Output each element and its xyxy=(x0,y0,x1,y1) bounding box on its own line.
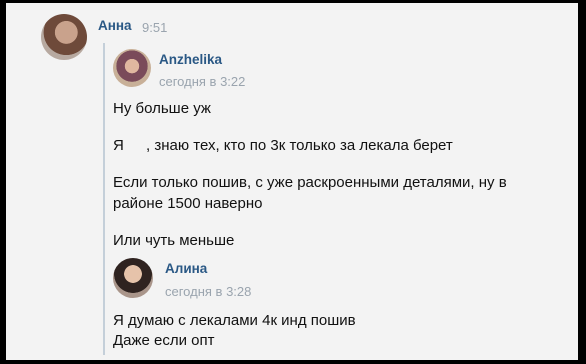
forwarded-time[interactable]: сегодня в 3:28 xyxy=(165,284,251,299)
avatar[interactable] xyxy=(113,49,151,87)
message-line: Или чуть меньше xyxy=(113,232,235,249)
message-line: Если только пошив, с уже раскроенными де… xyxy=(113,174,507,191)
avatar[interactable] xyxy=(41,14,87,60)
message-line: Даже если опт xyxy=(113,332,215,349)
message-line: Ну больше уж xyxy=(113,100,211,117)
message-time[interactable]: 9:51 xyxy=(142,20,167,35)
forwarded-time[interactable]: сегодня в 3:22 xyxy=(159,74,245,89)
forwarded-author[interactable]: Алина xyxy=(165,261,207,276)
avatar[interactable] xyxy=(113,258,153,298)
chat-panel: Анна 9:51 Anzhelika сегодня в 3:22 Ну бо… xyxy=(6,3,578,360)
message-author[interactable]: Анна xyxy=(98,18,132,33)
message-line: районе 1500 наверно xyxy=(113,195,263,212)
message-line: , знаю тех, кто по 3к только за лекала б… xyxy=(146,137,453,154)
forward-bar xyxy=(103,43,105,355)
message-line: Я xyxy=(113,137,124,154)
message-line: Я думаю с лекалами 4к инд пошив xyxy=(113,312,356,329)
forwarded-author[interactable]: Anzhelika xyxy=(159,52,222,67)
